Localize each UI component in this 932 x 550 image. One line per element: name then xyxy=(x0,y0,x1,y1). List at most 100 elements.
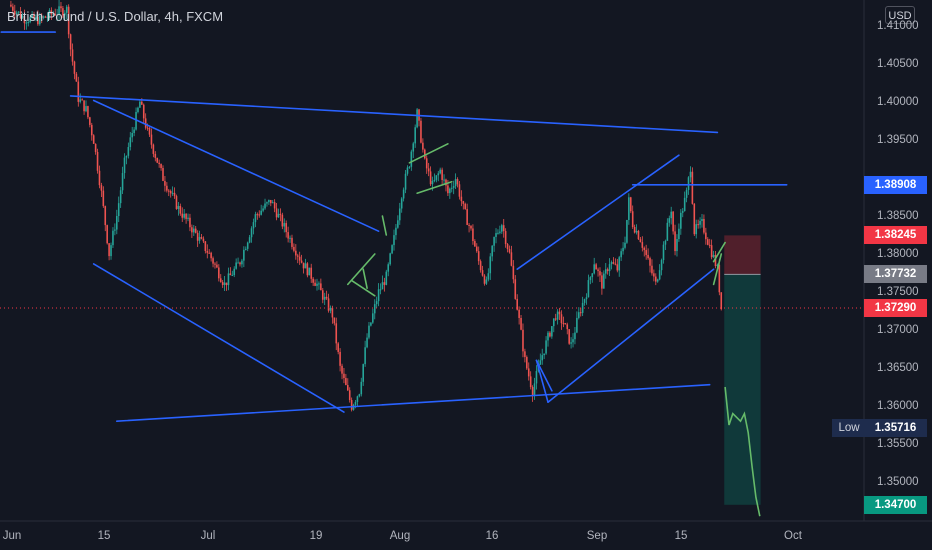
candle xyxy=(435,175,438,183)
trendline-wedge-lower-edge[interactable] xyxy=(92,263,345,413)
candle xyxy=(439,167,441,175)
trendline-mark-a[interactable] xyxy=(362,268,368,290)
trendline-lower-trendline[interactable] xyxy=(116,383,711,423)
candle xyxy=(504,228,507,248)
candle xyxy=(454,173,457,189)
stop-loss-zone[interactable] xyxy=(724,235,761,275)
candle xyxy=(233,266,236,278)
candle xyxy=(208,249,210,254)
candle xyxy=(268,199,270,205)
price-chart[interactable] xyxy=(0,0,932,550)
take-profit-zone[interactable] xyxy=(724,274,761,505)
candle xyxy=(468,222,470,233)
candle xyxy=(235,258,237,270)
candle xyxy=(404,169,407,194)
candle xyxy=(310,263,313,283)
candle xyxy=(483,274,486,286)
candle xyxy=(622,242,624,255)
candle xyxy=(312,277,314,286)
candle xyxy=(645,244,647,260)
candle xyxy=(229,267,232,276)
trendline-wedge-upper-edge[interactable] xyxy=(92,99,380,232)
candle xyxy=(266,201,268,207)
candle xyxy=(541,348,544,365)
candle xyxy=(335,317,338,351)
candle xyxy=(348,387,351,403)
candle xyxy=(264,198,266,210)
candle xyxy=(277,208,280,218)
candle xyxy=(608,258,611,276)
candle xyxy=(389,252,391,266)
candle xyxy=(131,126,133,143)
candle xyxy=(460,190,463,207)
candle xyxy=(375,296,378,309)
candle xyxy=(539,353,542,365)
candle xyxy=(250,226,253,243)
candle xyxy=(333,317,336,326)
trendline-upper-trendline[interactable] xyxy=(69,95,719,134)
candle xyxy=(385,269,388,286)
candle xyxy=(529,371,532,390)
candle xyxy=(591,272,594,283)
candle xyxy=(366,333,368,349)
candle xyxy=(445,178,447,192)
candle xyxy=(206,244,209,259)
candle xyxy=(87,105,89,120)
candle xyxy=(668,215,671,227)
candle xyxy=(501,223,503,234)
candle xyxy=(464,202,467,210)
candle xyxy=(631,205,634,229)
candle xyxy=(179,203,182,216)
trendline-mark-b[interactable] xyxy=(381,215,388,236)
candle xyxy=(246,241,249,252)
position-tool[interactable] xyxy=(724,235,761,505)
candle xyxy=(323,292,326,306)
candle xyxy=(339,348,341,372)
candle xyxy=(485,276,488,285)
candle xyxy=(664,239,667,251)
candle xyxy=(545,336,547,355)
candle xyxy=(581,296,584,317)
candle xyxy=(221,279,224,288)
candle xyxy=(568,329,570,345)
candle xyxy=(237,257,239,264)
candle xyxy=(175,194,178,210)
trendline-flag-bottom[interactable] xyxy=(416,181,453,194)
candle xyxy=(198,230,201,244)
candle xyxy=(185,212,187,224)
price-tick-label: 1.40000 xyxy=(877,96,919,108)
candle xyxy=(397,215,399,229)
candle xyxy=(187,213,189,222)
candle xyxy=(712,250,715,259)
time-tick-label: Sep xyxy=(586,530,608,542)
symbol-title[interactable]: British Pound / U.S. Dollar, 4h, FXCM xyxy=(7,9,223,24)
candle xyxy=(676,234,678,257)
trendline-channel-upper[interactable] xyxy=(516,154,680,271)
candle xyxy=(695,219,698,239)
candle xyxy=(572,333,574,348)
candle xyxy=(298,251,301,265)
candle xyxy=(429,166,432,187)
candle xyxy=(368,322,370,340)
candle xyxy=(372,308,374,324)
candle xyxy=(487,268,490,282)
candle xyxy=(364,340,366,367)
candle xyxy=(110,242,112,260)
candle xyxy=(69,33,72,57)
candle xyxy=(424,148,426,160)
time-tick-label: Jun xyxy=(2,530,22,542)
candle xyxy=(618,255,621,277)
candle xyxy=(416,107,418,129)
trendline-pole-down[interactable] xyxy=(350,279,376,297)
candle xyxy=(181,207,184,222)
price-tick-label: 1.41000 xyxy=(877,20,919,32)
candle xyxy=(660,258,663,276)
price-tick-label: 1.35500 xyxy=(877,438,919,450)
candle xyxy=(243,246,245,268)
candle xyxy=(437,171,440,182)
price-label-last: 1.37290 xyxy=(864,298,927,317)
candle xyxy=(171,186,174,196)
candle xyxy=(610,260,613,270)
candle xyxy=(680,209,682,235)
candle xyxy=(651,259,653,276)
